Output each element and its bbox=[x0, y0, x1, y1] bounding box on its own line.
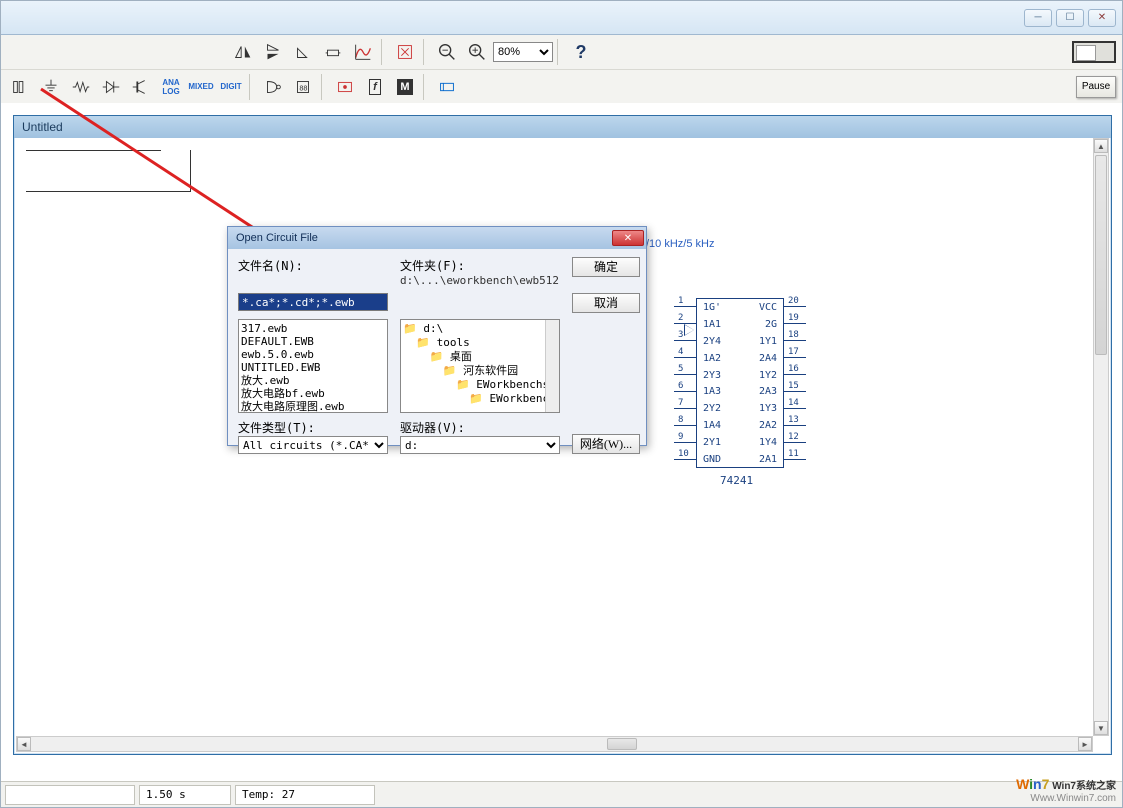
zoom-in-icon[interactable] bbox=[463, 38, 491, 66]
tree-scrollbar[interactable] bbox=[545, 320, 559, 412]
gate-icon[interactable] bbox=[259, 73, 287, 101]
filename-input[interactable] bbox=[238, 293, 388, 311]
dialog-title: Open Circuit File bbox=[236, 232, 318, 244]
watermark: Win7 Win7系统之家 Www.Winwin7.com bbox=[1016, 778, 1116, 805]
digital-ic-icon[interactable]: DIGIT bbox=[217, 73, 245, 101]
analog-ic-icon[interactable]: ANALOG bbox=[157, 73, 185, 101]
diode-icon[interactable] bbox=[97, 73, 125, 101]
scroll-right-icon[interactable]: ► bbox=[1078, 737, 1092, 751]
tree-item[interactable]: 📁 EWorkbenchsdqh bbox=[403, 378, 557, 392]
list-item[interactable]: 317.ewb bbox=[241, 322, 385, 335]
status-blank bbox=[5, 785, 135, 805]
list-item[interactable]: DEFAULT.EWB bbox=[241, 335, 385, 348]
filetype-label: 文件类型(T): bbox=[238, 419, 388, 436]
dialog-title-bar[interactable]: Open Circuit File ✕ bbox=[228, 227, 646, 249]
filetype-select[interactable]: All circuits (*.CA* bbox=[238, 436, 388, 454]
list-item[interactable]: ewb.5.0.ewb bbox=[241, 348, 385, 361]
chip-row: 2Y31Y2 bbox=[697, 367, 783, 384]
chip-row: 2Y11Y4 bbox=[697, 434, 783, 451]
flip-v-icon[interactable] bbox=[259, 38, 287, 66]
tree-item[interactable]: 📁 tools bbox=[403, 336, 557, 350]
help-button[interactable]: ? bbox=[567, 42, 595, 63]
tree-item[interactable]: 📁 EWorkbench bbox=[403, 392, 557, 406]
status-bar: 1.50 s Temp: 27 bbox=[1, 781, 1122, 807]
zoom-out-icon[interactable] bbox=[433, 38, 461, 66]
chip-row: 2Y21Y3 bbox=[697, 400, 783, 417]
chip-row: 1A42A2 bbox=[697, 417, 783, 434]
status-time: 1.50 s bbox=[139, 785, 231, 805]
scroll-up-icon[interactable]: ▲ bbox=[1094, 139, 1108, 153]
properties-icon[interactable] bbox=[391, 38, 419, 66]
resistor-icon[interactable] bbox=[67, 73, 95, 101]
horizontal-scrollbar[interactable]: ◄ ► bbox=[16, 736, 1093, 752]
matrix-icon[interactable]: M bbox=[391, 73, 419, 101]
power-switch[interactable] bbox=[1072, 41, 1116, 63]
main-toolbar: 80% ? bbox=[1, 35, 1122, 69]
misc-icon[interactable] bbox=[433, 73, 461, 101]
tree-item[interactable]: 📁 d:\ bbox=[403, 322, 557, 336]
tree-item[interactable]: 📁 桌面 bbox=[403, 350, 557, 364]
folder-label: 文件夹(F): bbox=[400, 257, 560, 274]
document-title: Untitled bbox=[22, 120, 63, 134]
transistor-icon[interactable] bbox=[127, 73, 155, 101]
filename-label: 文件名(N): bbox=[238, 257, 388, 287]
component-icon[interactable] bbox=[319, 38, 347, 66]
folder-tree[interactable]: 📁 d:\ 📁 tools 📁 桌面 📁 河东软件园 📁 EWorkbenchs… bbox=[400, 319, 560, 413]
chip-name: 74241 bbox=[720, 474, 753, 487]
open-file-dialog: Open Circuit File ✕ 文件名(N): 文件夹(F): d:\.… bbox=[227, 226, 647, 446]
close-button[interactable]: ✕ bbox=[1088, 9, 1116, 27]
component-toolbar: ANALOG MIXED DIGIT 88 f M Pause bbox=[1, 69, 1122, 103]
document-title-bar: Untitled bbox=[14, 116, 1111, 138]
ok-button[interactable]: 确定 bbox=[572, 257, 640, 277]
function-icon[interactable]: f bbox=[361, 73, 389, 101]
chip-row: 1A32A3 bbox=[697, 383, 783, 400]
chip-row: 1A12G bbox=[697, 316, 783, 333]
chip-row: 1G'VCC bbox=[697, 299, 783, 316]
scroll-down-icon[interactable]: ▼ bbox=[1094, 721, 1108, 735]
zoom-select[interactable]: 80% bbox=[493, 42, 553, 62]
scroll-left-icon[interactable]: ◄ bbox=[17, 737, 31, 751]
network-button[interactable]: 网络(W)... bbox=[572, 434, 640, 454]
graph-icon[interactable] bbox=[349, 38, 377, 66]
file-list[interactable]: 317.ewbDEFAULT.EWBewb.5.0.ewbUNTITLED.EW… bbox=[238, 319, 388, 413]
ground-icon[interactable] bbox=[37, 73, 65, 101]
drive-label: 驱动器(V): bbox=[400, 419, 560, 436]
list-item[interactable]: UNTITLED.EWB bbox=[241, 361, 385, 374]
flip-h-icon[interactable] bbox=[229, 38, 257, 66]
chip-row: GND2A1 bbox=[697, 451, 783, 468]
minimize-button[interactable]: ─ bbox=[1024, 9, 1052, 27]
list-item[interactable]: 放大电路原理图.ewb bbox=[241, 400, 385, 413]
drive-select[interactable]: d: bbox=[400, 436, 560, 454]
instrument-icon[interactable] bbox=[331, 73, 359, 101]
folder-path: d:\...\eworkbench\ewb512 bbox=[400, 274, 560, 287]
signal-label: /10 kHz/5 kHz bbox=[646, 238, 714, 250]
title-bar: ─ ☐ ✕ bbox=[1, 1, 1122, 35]
list-item[interactable]: 放大.ewb bbox=[241, 374, 385, 387]
indicator-icon[interactable]: 88 bbox=[289, 73, 317, 101]
vertical-scrollbar[interactable]: ▲ ▼ bbox=[1093, 138, 1109, 736]
pause-button[interactable]: Pause bbox=[1076, 76, 1116, 98]
tree-item[interactable]: 📁 河东软件园 bbox=[403, 364, 557, 378]
chip-row: 1A22A4 bbox=[697, 350, 783, 367]
application-window: ─ ☐ ✕ 80% ? ANALOG MIXED DIGIT bbox=[0, 0, 1123, 808]
svg-text:88: 88 bbox=[299, 83, 307, 92]
list-item[interactable]: 放大电路bf.ewb bbox=[241, 387, 385, 400]
maximize-button[interactable]: ☐ bbox=[1056, 9, 1084, 27]
chip-row: 2Y41Y1 bbox=[697, 333, 783, 350]
dialog-close-button[interactable]: ✕ bbox=[612, 230, 644, 246]
canvas-fragment bbox=[26, 150, 191, 192]
rotate-icon[interactable] bbox=[289, 38, 317, 66]
sources-icon[interactable] bbox=[7, 73, 35, 101]
cancel-button[interactable]: 取消 bbox=[572, 293, 640, 313]
status-temp: Temp: 27 bbox=[235, 785, 375, 805]
mixed-ic-icon[interactable]: MIXED bbox=[187, 73, 215, 101]
